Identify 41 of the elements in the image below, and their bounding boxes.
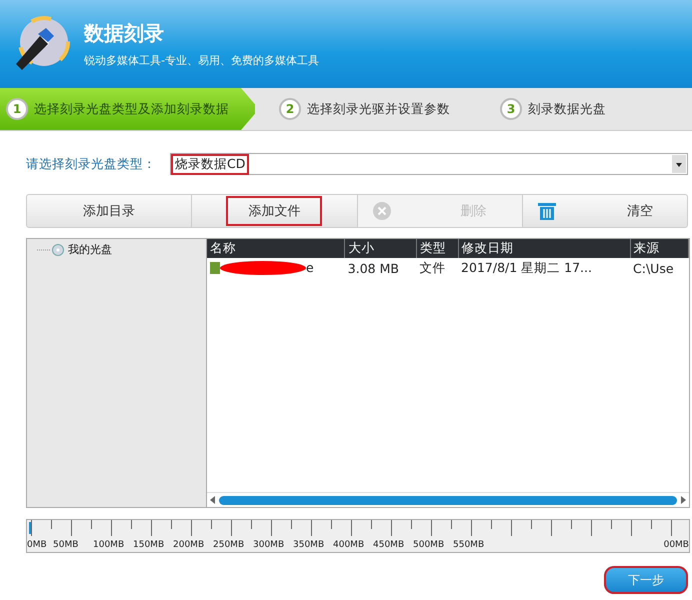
app-subtitle: 锐动多媒体工具-专业、易用、免费的多媒体工具 (84, 53, 319, 68)
file-icon (210, 262, 220, 274)
ruler-label: 400MB (333, 540, 364, 550)
ruler-label: 350MB (293, 540, 324, 550)
column-header[interactable]: 类型 (416, 239, 458, 258)
tree-item[interactable]: 我的光盘 (68, 242, 112, 257)
ruler-label: 300MB (253, 540, 284, 550)
column-header[interactable]: 修改日期 (458, 239, 630, 258)
column-header[interactable]: 来源 (630, 239, 688, 258)
column-header[interactable]: 名称 (207, 239, 345, 258)
ruler-label: 550MB (453, 540, 484, 550)
toolbar-button[interactable]: 添加目录 (27, 195, 192, 227)
ruler-label: 100MB (93, 540, 124, 550)
close-icon (372, 202, 391, 220)
toolbar-button[interactable]: 添加文件 (192, 195, 358, 227)
app-title: 数据刻录 (84, 20, 165, 47)
ruler-label: 150MB (133, 540, 164, 550)
step-number: 3 (500, 98, 522, 120)
trash-icon (536, 201, 557, 221)
ruler-label: 250MB (213, 540, 244, 550)
ruler-label: 500MB (413, 540, 444, 550)
table-cell: e (207, 258, 345, 279)
ruler-label: 450MB (373, 540, 404, 550)
ruler-label: 200MB (173, 540, 204, 550)
toolbar-button[interactable]: 清空 (522, 195, 687, 227)
scroll-right-icon[interactable] (681, 496, 686, 504)
step-number: 2 (279, 98, 301, 120)
table-cell: 2017/8/1 星期二 17... (458, 258, 630, 279)
table-cell: 3.08 MB (344, 258, 417, 279)
table-cell: 文件 (416, 258, 458, 279)
column-header[interactable]: 大小 (344, 239, 417, 258)
disc-type-label: 请选择刻录光盘类型： (26, 156, 156, 172)
ruler-label: 50MB (53, 540, 78, 550)
table-cell: C:\Use (630, 258, 688, 279)
disc-icon (37, 244, 65, 256)
horizontal-scrollbar[interactable] (207, 492, 689, 507)
ruler-label: 0MB (27, 540, 47, 550)
scroll-left-icon[interactable] (210, 496, 215, 504)
disc-type-dropdown[interactable]: 烧录数据CD (170, 153, 688, 175)
ruler-label: 00MB (664, 540, 689, 550)
step-number: 1 (6, 98, 28, 120)
